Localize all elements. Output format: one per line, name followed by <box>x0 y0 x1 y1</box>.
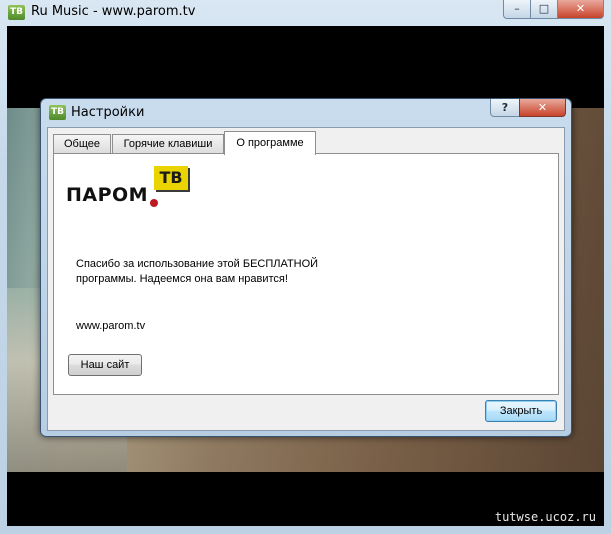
about-panel: ПАРОМ ТВ Спасибо за использование этой Б… <box>53 153 559 395</box>
parom-tv-logo: ПАРОМ ТВ <box>66 166 196 212</box>
site-url: www.parom.tv <box>76 320 146 332</box>
help-button[interactable]: ? <box>490 99 520 117</box>
tab-hotkeys[interactable]: Горячие клавиши <box>112 134 224 154</box>
watermark: tutwse.ucoz.ru <box>494 510 596 524</box>
thank-you-message: Спасибо за использование этой БЕСПЛАТНОЙ… <box>76 258 319 285</box>
dialog-title: Настройки <box>71 105 145 120</box>
logo-badge: ТВ <box>154 166 188 190</box>
close-button[interactable]: Закрыть <box>485 400 557 422</box>
maximize-button[interactable]: □ <box>530 0 558 19</box>
our-site-button[interactable]: Наш сайт <box>68 354 142 376</box>
tab-about[interactable]: О программе <box>224 131 316 155</box>
app-icon: TB <box>8 5 25 20</box>
logo-word: ПАРОМ <box>66 184 149 206</box>
logo-dot <box>150 199 158 207</box>
dialog-body: Общее Горячие клавиши О программе ПАРОМ … <box>47 127 565 431</box>
tab-general[interactable]: Общее <box>53 134 111 154</box>
dialog-app-icon: TB <box>49 105 66 120</box>
main-window: TB Ru Music - www.parom.tv – □ ✕ tutwse.… <box>0 0 611 534</box>
minimize-button[interactable]: – <box>503 0 531 19</box>
settings-dialog: TB Настройки ? ✕ Общее Горячие клавиши О… <box>40 98 572 437</box>
close-window-button[interactable]: ✕ <box>557 0 604 19</box>
dialog-close-button[interactable]: ✕ <box>519 99 566 117</box>
title-bar[interactable]: TB Ru Music - www.parom.tv – □ ✕ <box>0 0 611 26</box>
window-title: Ru Music - www.parom.tv <box>31 4 196 19</box>
